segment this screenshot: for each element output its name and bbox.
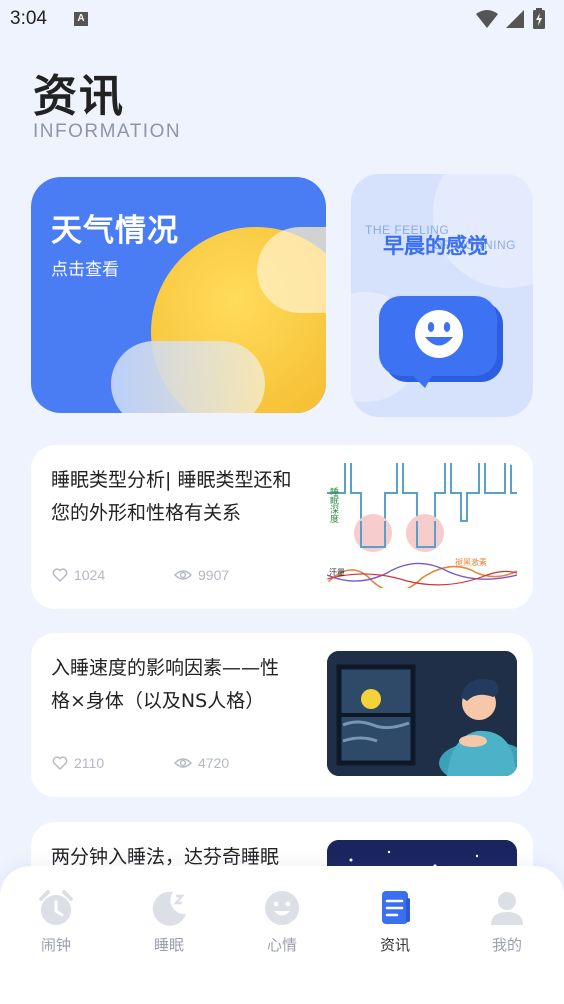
wifi-icon (476, 10, 498, 28)
article-title: 入睡速度的影响因素——性格×身体（以及NS人格） (51, 657, 280, 712)
eye-icon (174, 758, 192, 768)
person-icon (491, 892, 523, 925)
battery-icon (533, 8, 545, 29)
smiley-icon (265, 891, 299, 925)
nav-label: 资讯 (379, 936, 410, 954)
cellular-signal-icon (506, 10, 524, 28)
nav-item-sleep[interactable]: 睡眠 (129, 888, 209, 958)
morning-card-title: 早晨的感觉 (383, 234, 488, 258)
bottom-navigation: 闹钟 睡眠 心情 资讯 我的 (0, 866, 564, 1004)
smiley-chat-bubble-icon (379, 296, 503, 392)
weather-card[interactable]: 天气情况 点击查看 (31, 177, 326, 413)
weather-card-subtitle: 点击查看 (51, 260, 119, 280)
status-time: 3:04 (10, 8, 47, 29)
view-count: 4720 (174, 755, 229, 771)
eye-icon (174, 570, 192, 580)
cloud-illustration (111, 341, 265, 413)
nav-item-information[interactable]: 资讯 (355, 888, 435, 958)
nav-label: 我的 (491, 936, 522, 954)
article-card[interactable]: 睡眠类型分析| 睡眠类型还和您的外形和性格有关系 1024 9907 睡眠深度 … (31, 445, 533, 609)
sleep-chart-thumbnail: 睡眠深度 褪黑激素 汗量 (327, 463, 517, 588)
status-bar: 3:04 A (0, 0, 564, 38)
morning-feeling-card[interactable]: THE FEELING OF MORNING 早晨的感觉 (351, 174, 533, 417)
view-count-value: 9907 (198, 567, 230, 583)
nav-item-mood[interactable]: 心情 (242, 888, 322, 958)
like-count: 2110 (52, 755, 104, 771)
heart-icon (52, 756, 68, 770)
nav-label: 心情 (266, 936, 297, 954)
view-count-value: 4720 (198, 755, 230, 771)
page-subtitle: INFORMATION (33, 121, 182, 142)
like-count: 1024 (52, 567, 105, 583)
document-icon (382, 891, 410, 924)
view-count: 9907 (174, 567, 229, 583)
article-title: 睡眠类型分析| 睡眠类型还和您的外形和性格有关系 (51, 469, 292, 524)
page-title: 资讯 (33, 71, 125, 122)
notification-icon: A (74, 12, 88, 26)
nav-item-alarm[interactable]: 闹钟 (16, 888, 96, 958)
like-count-value: 1024 (74, 567, 106, 583)
nav-item-profile[interactable]: 我的 (467, 888, 547, 958)
moon-icon (152, 891, 186, 926)
like-count-value: 2110 (74, 755, 105, 771)
status-icons (474, 8, 552, 30)
chart-label: 褪黑激素 (455, 557, 487, 567)
alarm-clock-icon (39, 890, 73, 925)
night-window-thumbnail (327, 651, 517, 776)
heart-icon (52, 568, 68, 582)
nav-label: 睡眠 (153, 936, 184, 954)
chart-label: 汗量 (329, 568, 345, 577)
article-card[interactable]: 入睡速度的影响因素——性格×身体（以及NS人格） 2110 4720 (31, 633, 533, 797)
weather-card-title: 天气情况 (51, 213, 179, 249)
chart-label: 睡眠深度 (328, 486, 339, 524)
nav-label: 闹钟 (40, 936, 71, 954)
